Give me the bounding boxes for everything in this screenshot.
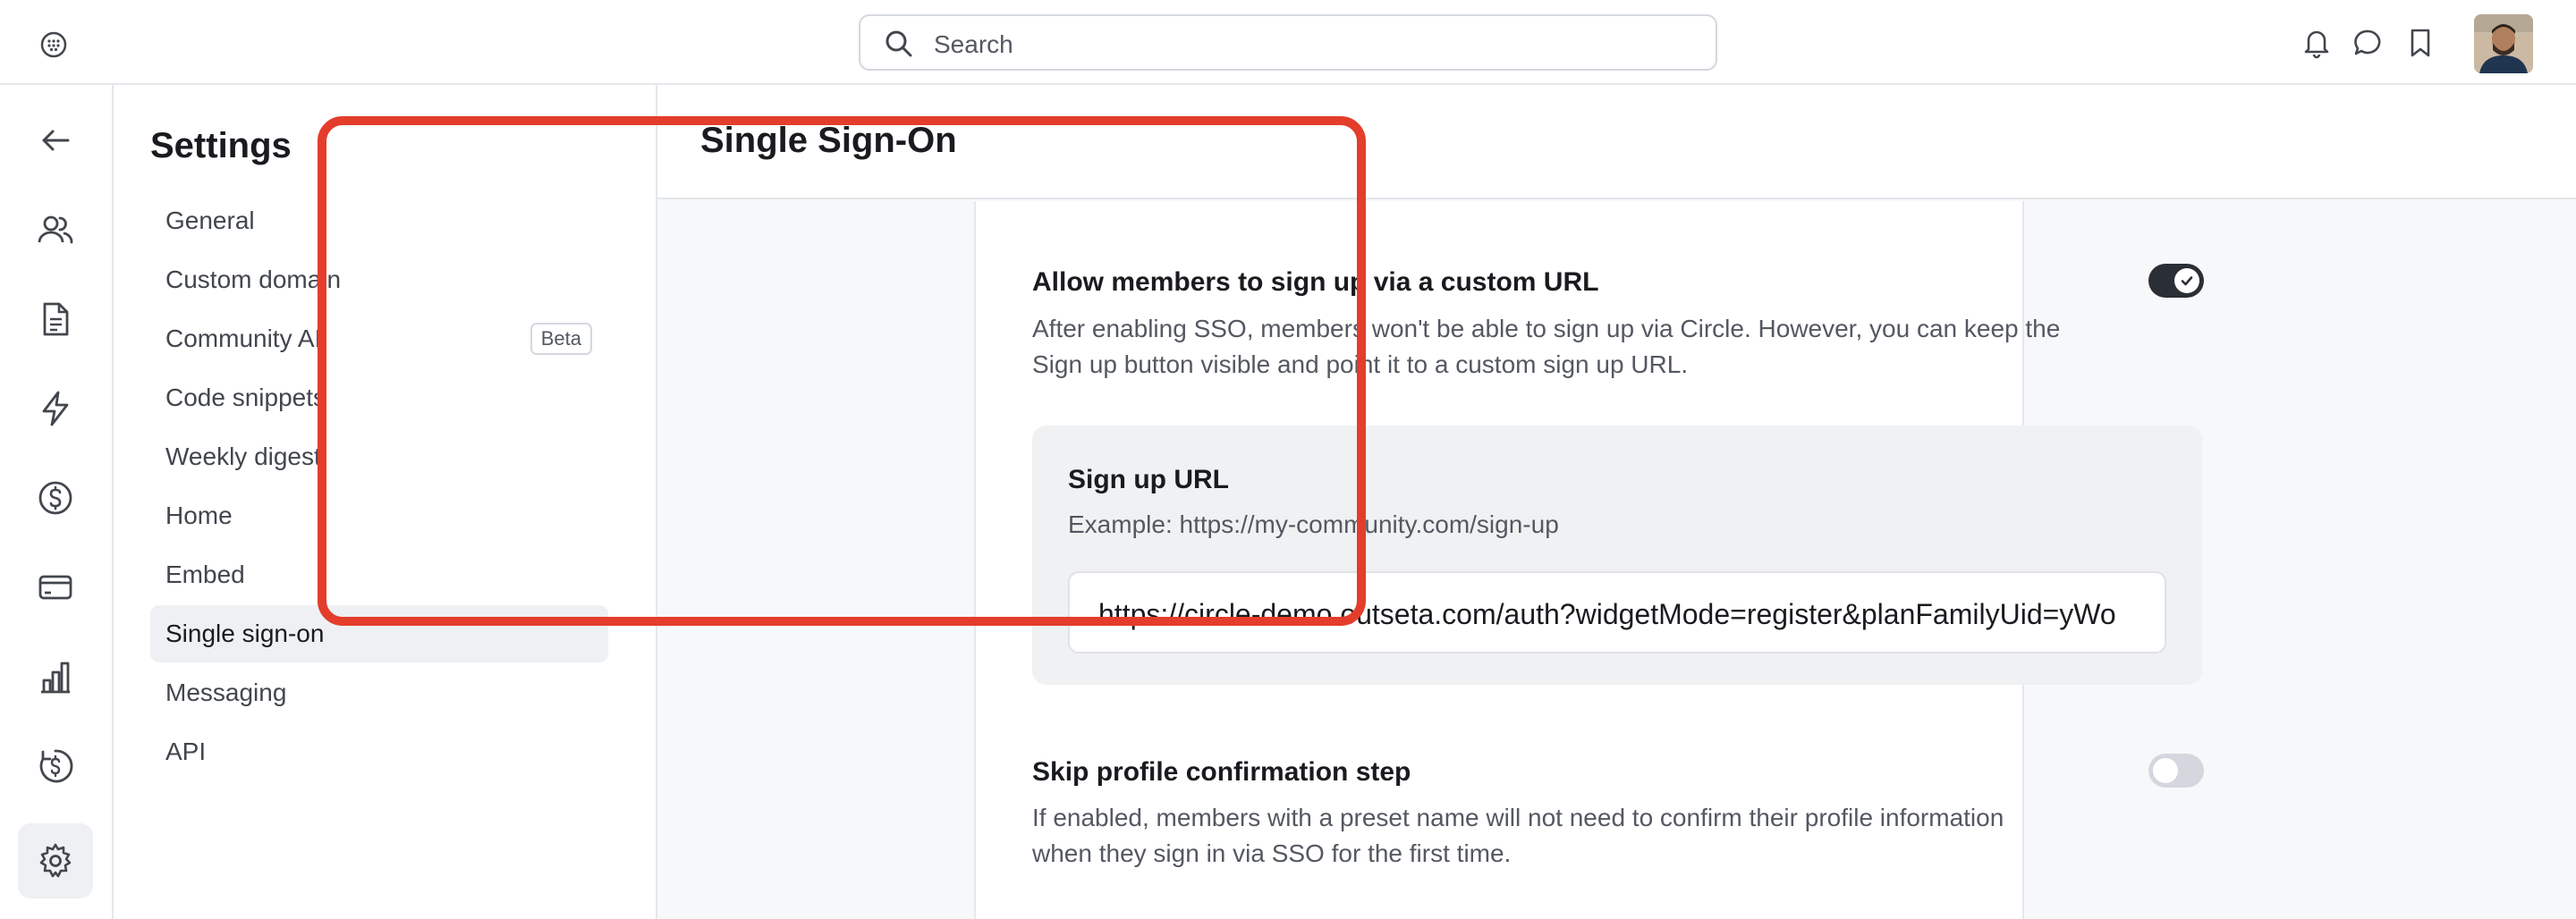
sign-up-url-example: Example: https://my-community.com/sign-u… — [1068, 510, 1559, 538]
skip-profile-title: Skip profile confirmation step — [1032, 757, 1411, 787]
icon-rail — [0, 85, 114, 919]
sidebar-item-label: Home — [165, 502, 233, 529]
custom-url-toggle[interactable] — [2148, 264, 2204, 298]
skip-profile-description: If enabled, members with a preset name w… — [1032, 800, 2004, 872]
sidebar-item-custom-domain[interactable]: Custom domain — [150, 251, 608, 308]
sidebar-item-label: Embed — [165, 561, 245, 588]
top-bar: Search — [0, 0, 2576, 85]
sidebar-item-single-sign-on[interactable]: Single sign-on — [150, 605, 608, 662]
settings-icon[interactable] — [18, 823, 93, 898]
sidebar-item-label: Custom domain — [165, 266, 342, 293]
skip-profile-description-line: when they sign in via SSO for the first … — [1032, 839, 1512, 867]
toggle-knob — [2174, 268, 2199, 293]
chat-bubble-icon[interactable] — [2351, 25, 2386, 61]
analytics-icon[interactable] — [18, 639, 93, 714]
sidebar-item-code-snippets[interactable]: Code snippets — [150, 369, 608, 426]
lightning-icon[interactable] — [18, 371, 93, 446]
page-title: Single Sign-On — [700, 121, 957, 160]
toggle-knob — [2153, 758, 2178, 783]
settings-sidebar: Settings General Custom domain Community… — [114, 85, 657, 919]
page-header: Single Sign-On — [657, 85, 2576, 199]
notifications-bell-icon[interactable] — [2299, 25, 2334, 61]
sidebar-item-label: Weekly digest — [165, 443, 321, 470]
custom-url-title: Allow members to sign up via a custom UR… — [1032, 267, 1599, 297]
custom-url-description-line: After enabling SSO, members won't be abl… — [1032, 315, 2061, 342]
sidebar-item-embed[interactable]: Embed — [150, 546, 608, 603]
custom-url-description-line: Sign up button visible and point it to a… — [1032, 350, 1689, 378]
sign-up-url-value: https://circle-demo.outseta.com/auth?wid… — [1098, 598, 2116, 630]
sidebar-item-general[interactable]: General — [150, 192, 608, 249]
sidebar-item-community-ai[interactable]: Community AI Beta — [150, 310, 608, 367]
sign-up-url-section: Sign up URL Example: https://my-communit… — [1032, 426, 2202, 685]
sidebar-item-weekly-digest[interactable]: Weekly digest — [150, 428, 608, 485]
avatar[interactable] — [2474, 14, 2533, 73]
search-input[interactable]: Search — [859, 14, 1717, 71]
sidebar-item-label: Single sign-on — [165, 620, 325, 647]
search-icon — [886, 30, 912, 57]
sidebar-item-home[interactable]: Home — [150, 487, 608, 544]
sign-up-url-label: Sign up URL — [1068, 465, 1229, 494]
skip-profile-description-line: If enabled, members with a preset name w… — [1032, 804, 2004, 831]
dollar-icon[interactable] — [18, 460, 93, 535]
settings-title: Settings — [150, 126, 292, 165]
sidebar-item-label: API — [165, 738, 207, 765]
custom-url-description: After enabling SSO, members won't be abl… — [1032, 311, 2060, 383]
search-placeholder: Search — [934, 30, 1013, 58]
check-icon — [2181, 276, 2193, 286]
sidebar-item-label: Community AI — [165, 325, 322, 352]
bookmark-icon[interactable] — [2402, 25, 2438, 61]
skip-profile-toggle[interactable] — [2148, 754, 2204, 788]
sidebar-item-label: Code snippets — [165, 384, 326, 411]
members-icon[interactable] — [18, 192, 93, 267]
document-icon[interactable] — [18, 282, 93, 357]
sidebar-item-messaging[interactable]: Messaging — [150, 664, 608, 721]
paywall-icon[interactable] — [18, 729, 93, 804]
sidebar-item-label: General — [165, 207, 255, 234]
beta-badge: Beta — [530, 323, 592, 355]
sidebar-item-label: Messaging — [165, 679, 287, 706]
sign-up-url-input[interactable]: https://circle-demo.outseta.com/auth?wid… — [1068, 571, 2166, 653]
back-arrow-icon[interactable] — [18, 103, 93, 178]
app-switcher-icon[interactable] — [38, 29, 70, 61]
card-icon[interactable] — [18, 550, 93, 625]
sidebar-item-api[interactable]: API — [150, 723, 608, 780]
